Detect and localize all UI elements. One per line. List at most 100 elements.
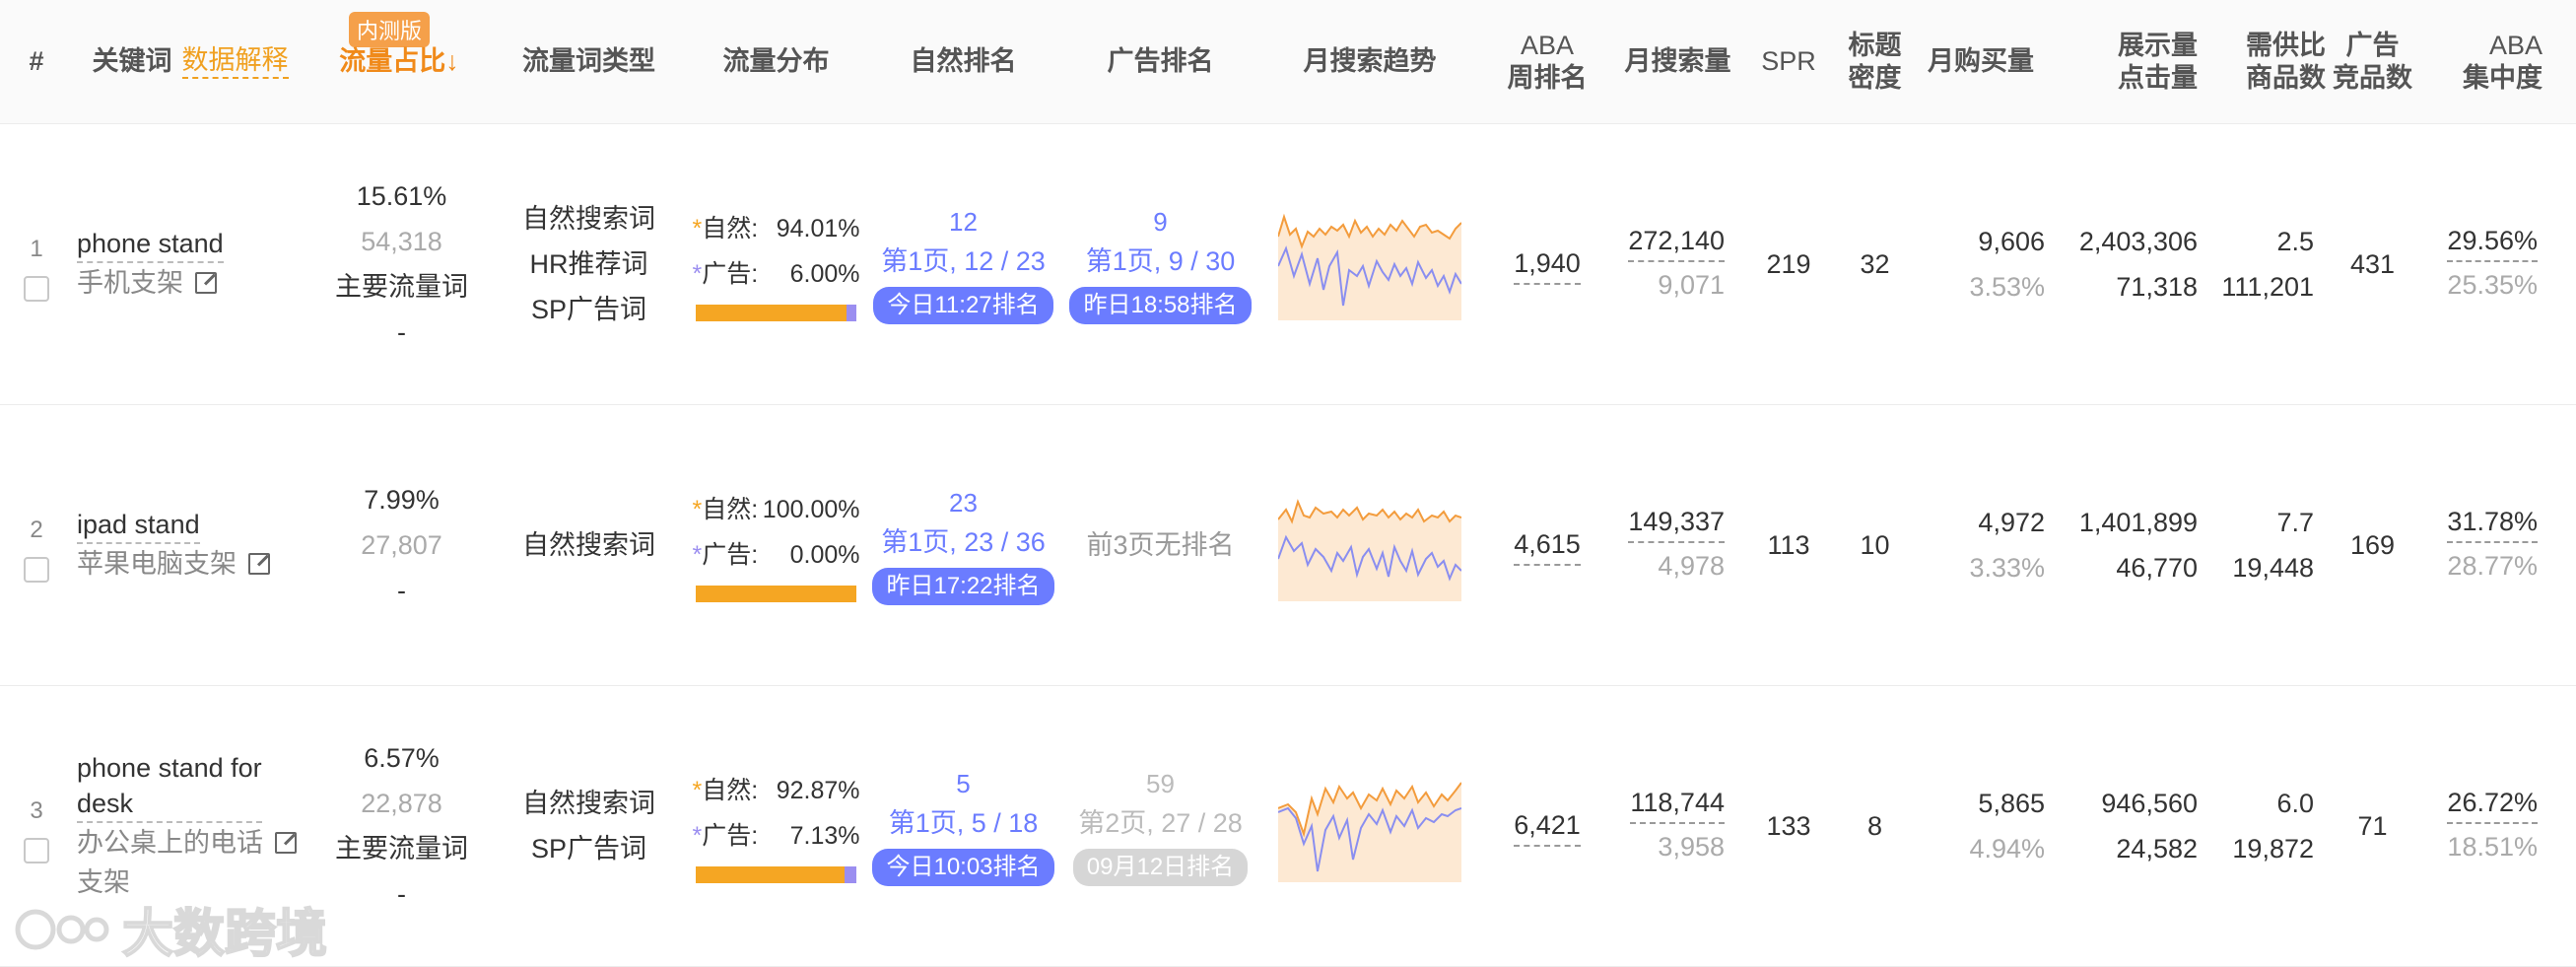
header-title-density: 标题 密度: [1843, 0, 1907, 123]
aba-rank-value[interactable]: 4,615: [1514, 524, 1581, 566]
header-ad-competitors-line1: 广告: [2345, 30, 2400, 60]
month-search-value[interactable]: 149,337: [1628, 502, 1725, 543]
flow-share-cell: 7.99% 27,807 -: [325, 404, 478, 685]
purchase-cell: 5,865 4.94%: [1917, 685, 2045, 966]
spr-cell: 113: [1767, 529, 1810, 560]
row-index: 2: [30, 516, 43, 543]
impressions-value: 1,401,899: [2078, 507, 2198, 537]
header-aba-week-rank-line1: ABA: [1520, 30, 1575, 60]
table-row: 1 phone stand 手机支架 15.61% 54,318 主要流量词 -…: [0, 123, 2576, 405]
natural-rank-number[interactable]: 23: [949, 485, 978, 520]
natural-rank-page[interactable]: 第1页, 5 / 18: [889, 801, 1039, 845]
header-supply-line2: 商品数: [2246, 62, 2326, 93]
flow-dist-cell: *自然: 94.01% *广告: 6.00%: [690, 123, 862, 404]
keyword-en-link[interactable]: phone stand for desk: [77, 750, 262, 823]
watermark-text: 大数跨境: [121, 905, 328, 964]
aba-rank-cell: 4,615: [1498, 404, 1596, 685]
aba-rank-cell: 1,940: [1498, 123, 1596, 404]
row-checkbox[interactable]: [24, 275, 49, 302]
header-ad-competitors-line2: 竞品数: [2333, 62, 2412, 93]
data-explain-link[interactable]: 数据解释: [181, 44, 289, 79]
search-trend-cell[interactable]: [1271, 685, 1468, 966]
aba-conc-cell: 29.56% 25.35%: [2434, 123, 2538, 404]
header-title-density-line1: 标题: [1848, 30, 1902, 60]
keyword-cn-wrap: 手机支架: [77, 263, 217, 303]
header-aba-week-rank-line2: 周排名: [1507, 62, 1588, 93]
aba-rank-value[interactable]: 6,421: [1514, 805, 1581, 847]
aba-conc-sub: 25.35%: [2447, 269, 2538, 300]
spr-cell: 219: [1766, 248, 1811, 279]
ad-rank-time-pill[interactable]: 09月12日排名: [1072, 848, 1249, 886]
ad-rank-page[interactable]: 第1页, 9 / 30: [1086, 240, 1236, 283]
search-trend-sparkline[interactable]: [1278, 488, 1461, 601]
natural-rank-page[interactable]: 第1页, 23 / 36: [881, 520, 1046, 564]
header-month-search: 月搜索量: [1624, 46, 1731, 76]
search-trend-cell[interactable]: [1271, 123, 1468, 404]
dist-bar: [696, 305, 856, 321]
keyword-en-line1: phone stand for: [77, 752, 262, 783]
keyword-cell: ipad stand 苹果电脑支架: [77, 404, 323, 685]
supply-ratio: 2.5: [2276, 226, 2314, 256]
supply-ratio: 7.7: [2276, 507, 2314, 537]
row-checkbox[interactable]: [24, 556, 49, 583]
header-flow-type: 流量词类型: [522, 46, 655, 76]
header-ad-competitors: 广告 竞品数: [2326, 0, 2419, 123]
table-row: 2 ipad stand 苹果电脑支架 7.99% 27,807 - 自然搜索词…: [0, 404, 2576, 686]
ad-rank-time-pill[interactable]: 昨日18:58排名: [1069, 286, 1252, 324]
dist-bar-ad: [845, 866, 856, 883]
table-row: 3 phone stand for desk 办公桌上的电话 支架 6.57% 2…: [0, 685, 2576, 967]
keyword-en-link[interactable]: phone stand: [77, 226, 224, 263]
flow-share-dash: -: [397, 878, 406, 909]
natural-rank-page[interactable]: 第1页, 12 / 23: [881, 240, 1046, 283]
dist-natural-value: 94.01%: [776, 215, 860, 242]
natural-rank-number[interactable]: 12: [949, 204, 978, 240]
header-flow-share-sort[interactable]: 流量占比↓: [325, 0, 473, 123]
flow-share-count: 54,318: [361, 226, 442, 256]
aba-rank-value[interactable]: 1,940: [1514, 243, 1581, 285]
aba-conc-value[interactable]: 26.72%: [2447, 783, 2538, 824]
natural-rank-time-pill[interactable]: 今日11:27排名: [873, 286, 1053, 324]
natural-rank-cell: 23 第1页, 23 / 36 昨日17:22排名: [867, 404, 1059, 685]
product-count: 111,201: [2221, 271, 2314, 302]
aba-conc-value[interactable]: 31.78%: [2447, 502, 2538, 543]
product-count: 19,448: [2232, 552, 2314, 583]
purchase-rate: 3.53%: [1969, 271, 2045, 302]
search-trend-sparkline[interactable]: [1278, 207, 1461, 320]
search-trend-cell[interactable]: [1271, 404, 1468, 685]
header-search-trend: 月搜索趋势: [1303, 46, 1437, 76]
aba-conc-cell: 31.78% 28.77%: [2434, 404, 2538, 685]
search-trend-sparkline[interactable]: [1278, 769, 1461, 882]
flow-dist-cell: *自然: 92.87% *广告: 7.13%: [690, 685, 862, 966]
ad-rank-number[interactable]: 9: [1153, 204, 1167, 240]
edit-icon[interactable]: [195, 271, 217, 294]
impressions-value: 2,403,306: [2078, 226, 2198, 256]
month-search-value[interactable]: 118,744: [1630, 783, 1725, 824]
header-aba-concentration: ABA 集中度: [2444, 0, 2542, 123]
edit-icon[interactable]: [248, 552, 270, 575]
keyword-cn-line1: 办公桌上的电话: [77, 827, 263, 858]
ad-rank-page[interactable]: 第2页, 27 / 28: [1078, 801, 1243, 845]
watermark: 大数跨境: [14, 892, 328, 966]
ad-rank-number[interactable]: 59: [1146, 766, 1175, 801]
ad-rank-cell: 9 第1页, 9 / 30 昨日18:58排名: [1064, 123, 1256, 404]
flow-dist-cell: *自然: 100.00% *广告: 0.00%: [690, 404, 862, 685]
natural-rank-number[interactable]: 5: [956, 766, 970, 801]
month-search-value[interactable]: 272,140: [1628, 221, 1725, 262]
header-title-density-line2: 密度: [1848, 62, 1902, 93]
flow-share-pct: 15.61%: [356, 180, 447, 211]
header-supply-line1: 需供比: [2246, 30, 2326, 60]
edit-icon[interactable]: [275, 831, 297, 854]
natural-rank-time-pill[interactable]: 今日10:03排名: [872, 848, 1054, 886]
impressions-cell: 2,403,306 71,318: [2050, 123, 2198, 404]
row-checkbox[interactable]: [24, 837, 49, 863]
header-impressions-line1: 展示量: [2118, 30, 2198, 60]
impressions-value: 946,560: [2101, 788, 2198, 818]
natural-rank-time-pill[interactable]: 昨日17:22排名: [872, 567, 1054, 605]
title-density-cell: 8: [1866, 810, 1883, 841]
dist-ad-label: 广告:: [702, 260, 759, 288]
month-search-cell: 272,140 9,071: [1611, 123, 1725, 404]
month-search-sub: 9,071: [1658, 269, 1725, 300]
keyword-en-link[interactable]: ipad stand: [77, 507, 200, 544]
aba-conc-value[interactable]: 29.56%: [2447, 221, 2538, 262]
header-keyword: 关键词 数据解释: [77, 0, 304, 123]
